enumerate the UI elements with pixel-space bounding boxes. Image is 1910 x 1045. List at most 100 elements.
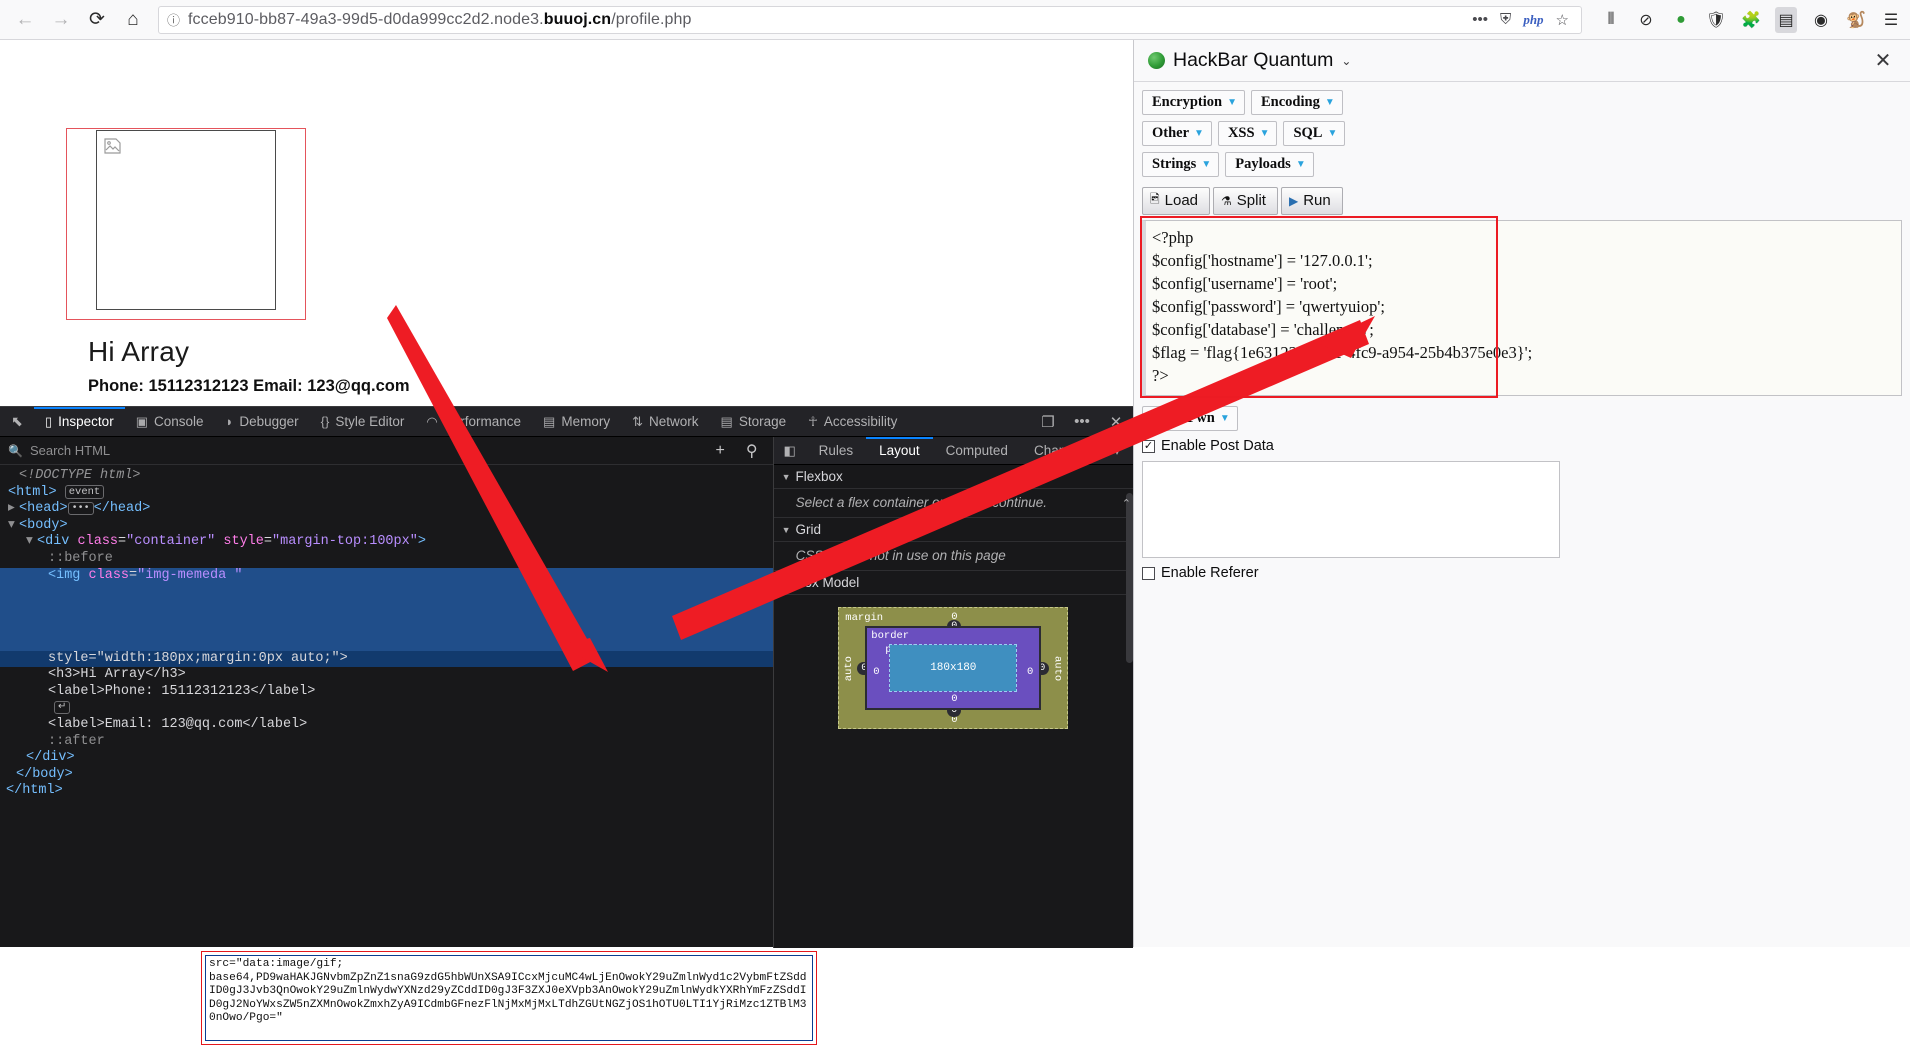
adguard-icon[interactable]: 🛡: [1705, 7, 1727, 33]
reload-icon[interactable]: ⟳: [80, 4, 114, 36]
back-icon[interactable]: ←: [8, 4, 42, 36]
dom-node-label-phone[interactable]: <label>Phone: 15112312123</label>: [0, 684, 773, 701]
layout-scrollbar[interactable]: [1126, 493, 1133, 663]
bookmark-star-icon[interactable]: ☆: [1556, 11, 1569, 29]
sidebar-toggle-icon[interactable]: ▤: [1775, 6, 1797, 33]
tab-console-label: Console: [153, 414, 204, 429]
scroll-up-icon[interactable]: ⌃: [1122, 497, 1131, 510]
body-twisty[interactable]: ▾: [8, 518, 19, 535]
tab-memory[interactable]: ▤ Memory: [532, 407, 621, 436]
menu-other[interactable]: Other ▼: [1142, 121, 1212, 146]
add-node-icon[interactable]: +: [709, 442, 732, 460]
bm-margin-left[interactable]: auto: [843, 656, 855, 681]
menu-encoding[interactable]: Encoding ▼: [1251, 90, 1343, 115]
overflow-caret-icon[interactable]: ▾: [1101, 437, 1133, 464]
tab-console[interactable]: ▣ Console: [125, 407, 215, 436]
attribute-value-popup[interactable]: src="data:image/gif; base64,PD9waHAKJGNv…: [205, 955, 813, 1041]
dom-node-label-email[interactable]: <label>Email: 123@qq.com</label>: [0, 717, 773, 734]
menu-sql[interactable]: SQL ▼: [1283, 121, 1346, 146]
dom-node-before[interactable]: ::before: [0, 551, 773, 568]
bm-padding-right[interactable]: 0: [1027, 666, 1033, 678]
dom-node-head[interactable]: ▸ <head> ••• </head>: [0, 501, 773, 518]
noscript-icon[interactable]: ⊘: [1635, 7, 1657, 33]
tab-rules[interactable]: Rules: [806, 437, 867, 464]
forward-icon[interactable]: →: [44, 4, 78, 36]
tab-debugger[interactable]: ◗ Debugger: [215, 407, 310, 436]
shield-icon[interactable]: ⛨: [1500, 11, 1511, 28]
tab-inspector[interactable]: ▯ Inspector: [34, 407, 125, 436]
puzzle-extension-icon[interactable]: 🧩: [1740, 7, 1762, 33]
hackbar-icon[interactable]: ●: [1670, 7, 1692, 33]
responsive-mode-icon[interactable]: ❐: [1031, 407, 1065, 436]
overflow-icon[interactable]: •••: [1472, 11, 1488, 28]
site-info-icon[interactable]: ⓘ: [167, 10, 180, 29]
post-data-textarea[interactable]: [1142, 461, 1560, 558]
debugger-icon: ◗: [225, 414, 234, 429]
bm-margin-right[interactable]: auto: [1051, 656, 1063, 681]
enable-referer-checkbox[interactable]: [1142, 566, 1155, 580]
library-icon[interactable]: ⦀: [1600, 7, 1622, 33]
pane-toggle-icon[interactable]: ◧: [774, 437, 806, 464]
dom-node-img-style[interactable]: style="width:180px;margin:0px auto;">: [0, 650, 773, 668]
dom-node-img[interactable]: <img class="img-memeda ": [0, 567, 773, 585]
menu-encryption[interactable]: Encryption ▼: [1142, 90, 1245, 115]
dom-node-html-close[interactable]: </html>: [0, 783, 773, 800]
php-icon[interactable]: php: [1523, 12, 1543, 28]
dom-node-html[interactable]: <html> event: [0, 484, 773, 502]
enable-referer-row[interactable]: Enable Referer: [1142, 565, 1902, 581]
br-badge[interactable]: ↵: [54, 701, 71, 715]
div-twisty[interactable]: ▾: [26, 534, 37, 551]
url-code-textarea[interactable]: <?php $config['hostname'] = '127.0.0.1';…: [1142, 220, 1902, 396]
hackbar-title-caret-icon[interactable]: ⌄: [1341, 54, 1351, 68]
devtools-meatball-icon[interactable]: •••: [1065, 407, 1099, 436]
element-picker-icon[interactable]: ⬉: [0, 407, 34, 436]
dom-node-doctype[interactable]: <!DOCTYPE html>: [0, 468, 773, 485]
address-bar[interactable]: ⓘ fcceb910-bb87-49a3-99d5-d0da999cc2d2.n…: [158, 5, 1582, 34]
dom-node-after[interactable]: ::after: [0, 734, 773, 751]
head-twisty[interactable]: ▸: [8, 501, 19, 518]
enable-post-data-checkbox[interactable]: ✓: [1142, 439, 1155, 453]
dom-search-bar[interactable]: 🔍 Search HTML + ⚲: [0, 437, 773, 465]
tab-changes[interactable]: Changes: [1021, 437, 1101, 464]
tab-style-editor[interactable]: {} Style Editor: [310, 407, 416, 436]
dom-node-div-container[interactable]: ▾ <div class="container" style="margin-to…: [0, 534, 773, 551]
menu-payloads[interactable]: Payloads ▼: [1225, 152, 1314, 177]
tab-network-label: Network: [649, 414, 699, 429]
search-input[interactable]: Search HTML: [30, 443, 110, 458]
menu-xss[interactable]: XSS ▼: [1217, 121, 1278, 146]
tampermonkey-icon[interactable]: 🐒: [1845, 7, 1867, 33]
head-collapsed-dots[interactable]: •••: [67, 502, 94, 516]
dom-node-h3[interactable]: <h3>Hi Array</h3>: [0, 667, 773, 684]
eyedropper-icon[interactable]: ⚲: [739, 441, 765, 461]
auto-pwn-button[interactable]: Auto-Pwn ▼: [1142, 406, 1238, 431]
tab-network[interactable]: ⇅ Network: [621, 407, 709, 436]
tab-storage[interactable]: ▤ Storage: [710, 407, 798, 436]
tab-computed[interactable]: Computed: [933, 437, 1021, 464]
tab-layout[interactable]: Layout: [866, 437, 933, 464]
enable-post-data-row[interactable]: ✓ Enable Post Data: [1142, 438, 1902, 454]
box-model-diagram[interactable]: margin 0 0 auto auto 0 0 0 0 border padd…: [838, 607, 1069, 729]
section-flexbox-header[interactable]: ▼ Flexbox: [773, 465, 1133, 489]
section-boxmodel-header[interactable]: ▼ Box Model: [773, 571, 1133, 595]
account-icon[interactable]: ◉: [1810, 7, 1832, 33]
broken-image-placeholder[interactable]: [96, 130, 276, 310]
tab-accessibility[interactable]: ☥ Accessibility: [797, 407, 908, 436]
hackbar-close-icon[interactable]: ✕: [1870, 48, 1896, 73]
bm-padding-left[interactable]: 0: [873, 666, 879, 678]
menu-strings[interactable]: Strings ▼: [1142, 152, 1220, 177]
devtools-close-icon[interactable]: ✕: [1099, 407, 1133, 436]
tab-performance[interactable]: ◠ Performance: [415, 407, 532, 436]
dom-node-div-close[interactable]: </div>: [0, 750, 773, 767]
home-icon[interactable]: ⌂: [116, 4, 150, 36]
load-button[interactable]: 🖻 Load: [1142, 187, 1211, 215]
dom-node-body-close[interactable]: </body>: [0, 767, 773, 784]
bm-padding-bottom[interactable]: 0: [951, 693, 957, 705]
section-grid-header[interactable]: ▼ Grid: [773, 518, 1133, 542]
dom-node-body[interactable]: ▾ <body>: [0, 518, 773, 535]
hamburger-menu-icon[interactable]: ☰: [1880, 7, 1902, 33]
run-button[interactable]: ▶ Run: [1280, 187, 1343, 215]
box-model-content-size[interactable]: 180x180: [890, 645, 1017, 691]
split-button[interactable]: ⚗ Split: [1213, 187, 1278, 215]
event-badge[interactable]: event: [64, 484, 105, 499]
dom-node-br[interactable]: ↵: [0, 700, 773, 717]
